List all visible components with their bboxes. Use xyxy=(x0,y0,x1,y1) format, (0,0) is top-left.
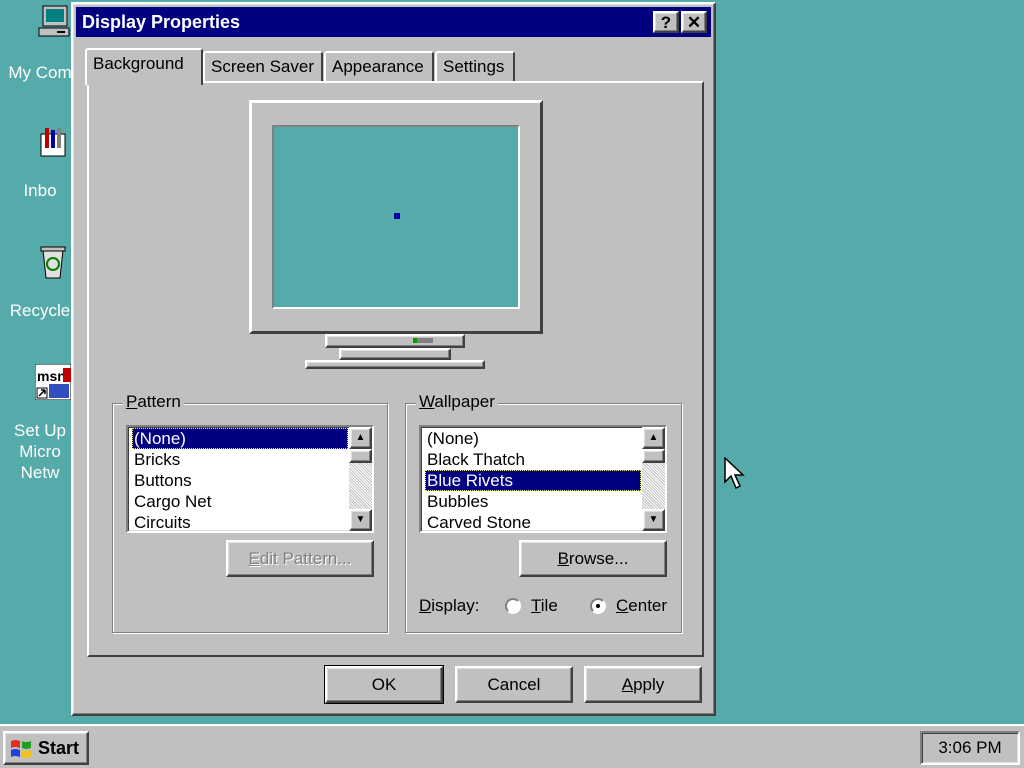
pattern-listbox[interactable]: (None) Bricks Buttons Cargo Net Circuits… xyxy=(126,425,374,533)
help-button[interactable]: ? xyxy=(653,11,679,33)
tab-label: Screen Saver xyxy=(211,57,314,76)
monitor-power-light xyxy=(413,338,433,343)
close-button[interactable]: ✕ xyxy=(681,11,707,33)
scroll-down-button[interactable]: ▼ xyxy=(642,509,665,531)
pattern-list-item[interactable]: Cargo Net xyxy=(132,491,213,512)
wallpaper-scrollbar[interactable]: ▲ ▼ xyxy=(642,427,665,531)
computer-icon xyxy=(38,5,70,37)
help-icon: ? xyxy=(660,12,672,32)
monitor-neck xyxy=(339,348,451,360)
arrow-down-icon: ▼ xyxy=(355,514,366,525)
pattern-list-item[interactable]: Buttons xyxy=(132,470,194,491)
arrow-up-icon: ▲ xyxy=(648,432,659,443)
tab-label: Background xyxy=(93,54,184,73)
tile-radio-option[interactable]: Tile xyxy=(503,596,563,618)
desktop-icon-inbox[interactable]: Inbo xyxy=(0,122,80,208)
mouse-pointer-icon xyxy=(724,457,745,490)
tab-appearance[interactable]: Appearance xyxy=(324,51,434,83)
center-radio[interactable] xyxy=(590,598,606,614)
tile-radio-label: Tile xyxy=(531,596,558,615)
arrow-down-icon: ▼ xyxy=(648,514,659,525)
display-properties-window: Display Properties ? ✕ Background Screen… xyxy=(71,2,716,716)
center-radio-option[interactable]: Center xyxy=(588,596,672,618)
edit-pattern-button[interactable]: Edit Pattern... xyxy=(226,540,374,577)
tile-radio[interactable] xyxy=(505,598,521,614)
scroll-thumb[interactable] xyxy=(642,449,665,463)
pattern-group: Pattern (None) Bricks Buttons Cargo Net … xyxy=(112,392,388,633)
scroll-down-button[interactable]: ▼ xyxy=(349,509,372,531)
pattern-list-item[interactable]: Bricks xyxy=(132,449,182,470)
monitor-foot xyxy=(305,360,485,369)
desktop-icon-my-computer[interactable]: My Com xyxy=(0,4,80,90)
display-label: Display: xyxy=(419,596,480,615)
desktop-icon-msn-setup[interactable]: msn Set Up Micro Netw xyxy=(0,362,80,486)
wallpaper-list-item[interactable]: Black Thatch xyxy=(425,449,527,470)
browse-button[interactable]: Browse... xyxy=(519,540,667,577)
wallpaper-listbox[interactable]: (None) Black Thatch Blue Rivets Bubbles … xyxy=(419,425,667,533)
monitor-bezel xyxy=(249,100,543,334)
desktop-icon-label: Micro xyxy=(19,442,61,461)
tab-background[interactable]: Background xyxy=(85,48,203,85)
monitor-screen xyxy=(272,125,520,309)
wallpaper-group-title: Wallpaper xyxy=(416,392,498,412)
wallpaper-list-item[interactable]: Blue Rivets xyxy=(425,470,641,491)
msn-icon: msn xyxy=(35,364,71,400)
start-label: Start xyxy=(38,738,80,758)
desktop-icon-label: Recycle xyxy=(9,301,71,320)
pattern-list-item[interactable]: Circuits xyxy=(132,512,193,531)
system-clock[interactable]: 3:06 PM xyxy=(920,731,1020,765)
wallpaper-group: Wallpaper (None) Black Thatch Blue Rivet… xyxy=(405,392,682,633)
wallpaper-list-item[interactable]: Bubbles xyxy=(425,491,490,512)
windows-logo-icon xyxy=(11,740,31,758)
wallpaper-preview-rivet xyxy=(394,213,400,219)
close-icon: ✕ xyxy=(686,12,702,32)
apply-button[interactable]: Apply xyxy=(584,666,702,703)
desktop-icon-recycle-bin[interactable]: Recycle xyxy=(0,242,80,328)
monitor-base xyxy=(325,334,465,348)
desktop-icon-label: Set Up xyxy=(14,421,66,440)
tab-label: Appearance xyxy=(332,57,424,76)
wallpaper-list-item[interactable]: Carved Stone xyxy=(425,512,533,531)
ok-button[interactable]: OK xyxy=(324,665,444,704)
pattern-scrollbar[interactable]: ▲ ▼ xyxy=(349,427,372,531)
arrow-up-icon: ▲ xyxy=(355,432,366,443)
title-bar[interactable]: Display Properties ? ✕ xyxy=(76,7,711,37)
tab-label: Settings xyxy=(443,57,505,76)
background-tab-panel: Pattern (None) Bricks Buttons Cargo Net … xyxy=(87,81,704,657)
inbox-icon xyxy=(40,128,66,157)
window-title: Display Properties xyxy=(82,12,241,32)
desktop-icon-label: Inbo xyxy=(23,181,57,200)
recycle-bin-icon xyxy=(40,246,66,279)
wallpaper-list-item[interactable]: (None) xyxy=(425,428,481,449)
cancel-button[interactable]: Cancel xyxy=(455,666,573,703)
start-button[interactable]: Start xyxy=(3,731,89,765)
scroll-thumb[interactable] xyxy=(349,449,372,463)
svg-text:msn: msn xyxy=(37,368,66,384)
pattern-list-item[interactable]: (None) xyxy=(132,428,348,449)
tab-settings[interactable]: Settings xyxy=(435,51,515,83)
desktop-icon-label: My Com xyxy=(8,63,72,82)
center-radio-label: Center xyxy=(616,596,668,615)
desktop-icon-label: Netw xyxy=(20,463,60,482)
pattern-group-title: Pattern xyxy=(123,392,184,412)
tab-screen-saver[interactable]: Screen Saver xyxy=(203,51,323,83)
scroll-up-button[interactable]: ▲ xyxy=(349,427,372,449)
scroll-up-button[interactable]: ▲ xyxy=(642,427,665,449)
taskbar: Start 3:06 PM xyxy=(0,724,1024,768)
